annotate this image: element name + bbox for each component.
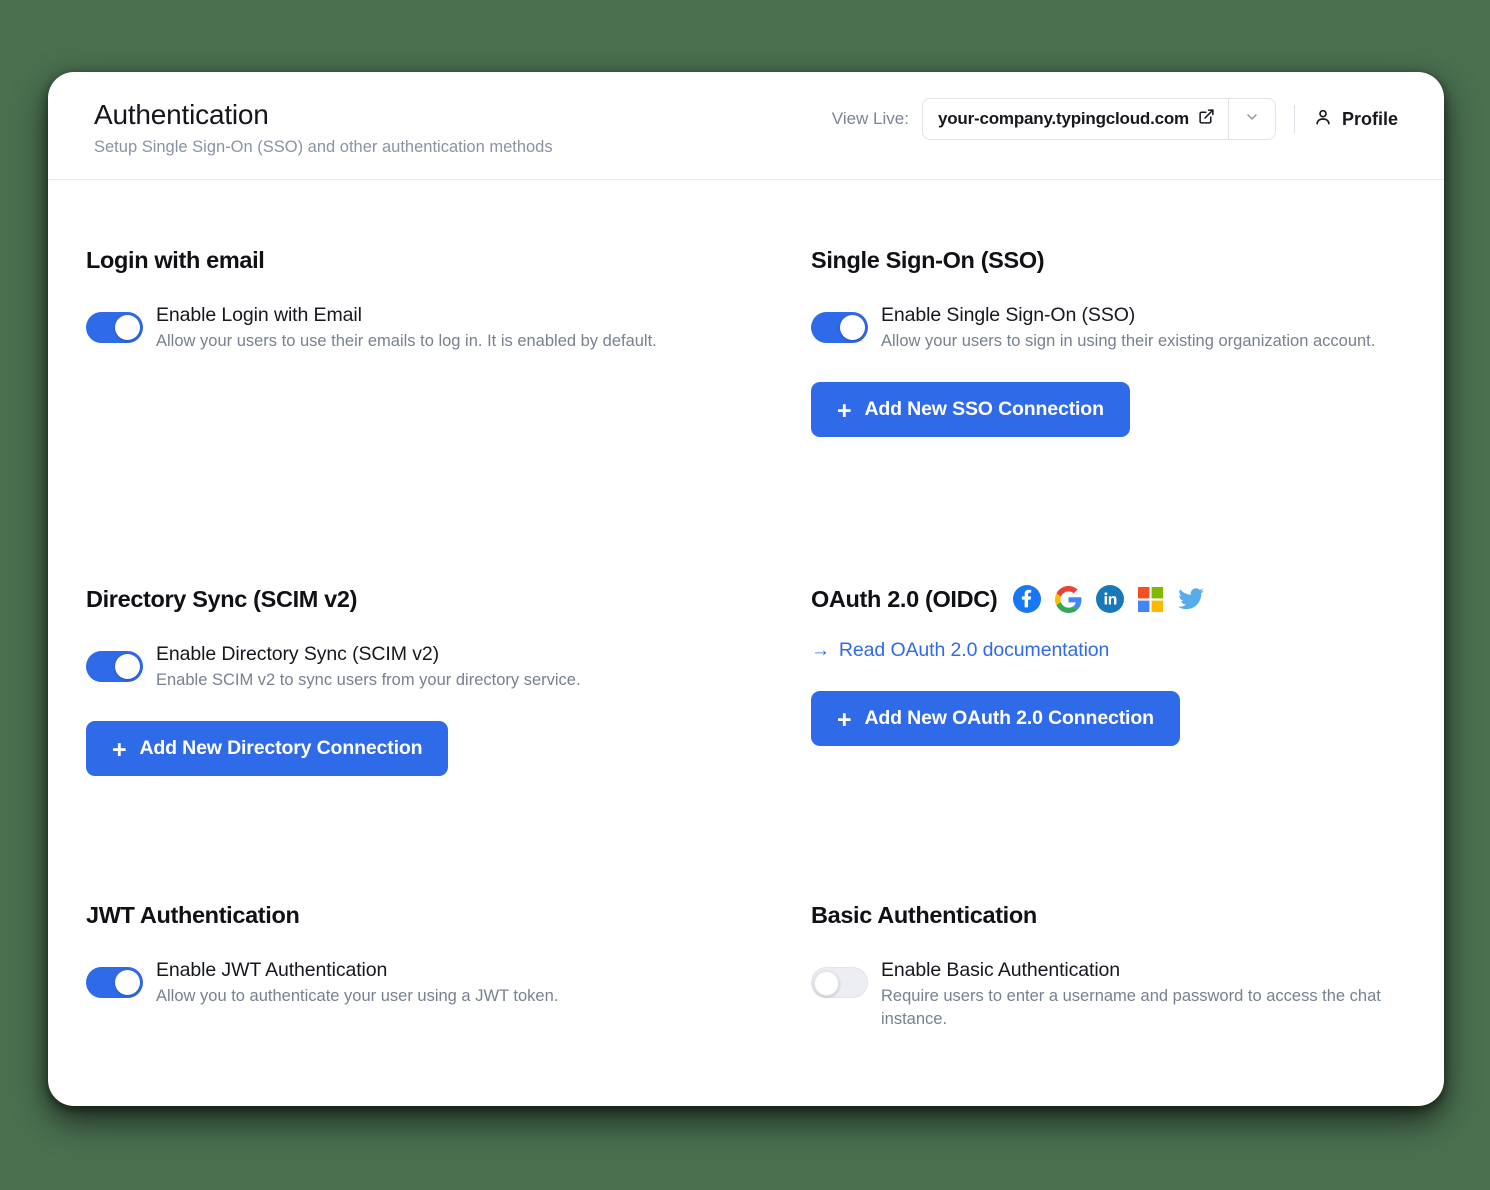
arrow-right-icon: → (811, 639, 830, 661)
section-title-oauth: OAuth 2.0 (OIDC) (811, 585, 1398, 613)
toggle-knob (814, 971, 839, 996)
facebook-icon (1013, 585, 1042, 613)
twitter-icon (1177, 585, 1205, 613)
setting-enable-jwt: Enable JWT Authentication Allow you to a… (86, 955, 774, 1008)
grid-spacer (86, 437, 774, 585)
section-title-basic-authentication: Basic Authentication (811, 902, 1037, 928)
header-divider (1293, 105, 1295, 133)
grid-spacer (774, 437, 1398, 585)
person-icon (1313, 107, 1333, 132)
button-label: Add New SSO Connection (864, 398, 1104, 420)
setting-enable-directory-sync: Enable Directory Sync (SCIM v2) Enable S… (86, 639, 774, 692)
setting-text: Enable Basic Authentication Require user… (881, 955, 1398, 1031)
chevron-down-icon (1244, 109, 1260, 130)
setting-label: Enable Single Sign-On (SSO) (881, 304, 1136, 326)
setting-label: Enable Directory Sync (SCIM v2) (156, 643, 439, 665)
live-url-button[interactable]: your-company.typingcloud.com (923, 99, 1228, 139)
toggle-enable-basic-authentication[interactable] (811, 967, 868, 998)
toggle-enable-directory-sync[interactable] (86, 651, 143, 682)
section-directory-sync: Directory Sync (SCIM v2) Enable Director… (86, 585, 774, 776)
setting-description: Enable SCIM v2 to sync users from your d… (156, 671, 581, 689)
section-title-jwt-authentication: JWT Authentication (86, 902, 300, 928)
header-actions: View Live: your-company.typingcloud.com (832, 98, 1398, 140)
authentication-settings-card: Authentication Setup Single Sign-On (SSO… (48, 72, 1444, 1106)
setting-label: Enable Basic Authentication (881, 959, 1121, 981)
toggle-knob (115, 654, 140, 679)
section-login-with-email: Login with email Enable Login with Email… (86, 246, 774, 437)
setting-enable-sso: Enable Single Sign-On (SSO) Allow your u… (811, 300, 1398, 353)
add-new-oauth-connection-button[interactable]: + Add New OAuth 2.0 Connection (811, 691, 1180, 746)
microsoft-icon (1138, 586, 1164, 612)
setting-text: Enable Single Sign-On (SSO) Allow your u… (881, 300, 1375, 353)
section-title-login-with-email: Login with email (86, 247, 265, 273)
button-label: Add New OAuth 2.0 Connection (864, 707, 1154, 729)
section-title-single-sign-on: Single Sign-On (SSO) (811, 247, 1045, 273)
setting-text: Enable JWT Authentication Allow you to a… (156, 955, 558, 1008)
grid-spacer (86, 776, 774, 901)
toggle-knob (840, 315, 865, 340)
settings-grid: Login with email Enable Login with Email… (86, 246, 1398, 1031)
google-icon (1055, 585, 1082, 613)
setting-text: Enable Login with Email Allow your users… (156, 300, 657, 353)
setting-text: Enable Directory Sync (SCIM v2) Enable S… (156, 639, 581, 692)
setting-description: Allow your users to use their emails to … (156, 332, 657, 350)
profile-button[interactable]: Profile (1313, 107, 1398, 132)
toggle-enable-sso[interactable] (811, 312, 868, 343)
view-live-label: View Live: (831, 109, 909, 128)
live-url-text: your-company.typingcloud.com (937, 109, 1189, 128)
setting-description: Allow your users to sign in using their … (881, 332, 1376, 350)
add-new-sso-connection-button[interactable]: + Add New SSO Connection (811, 382, 1130, 437)
section-jwt-authentication: JWT Authentication Enable JWT Authentica… (86, 901, 774, 1031)
settings-content: Login with email Enable Login with Email… (48, 180, 1444, 1031)
section-title-directory-sync: Directory Sync (SCIM v2) (86, 586, 358, 612)
page-header: Authentication Setup Single Sign-On (SSO… (48, 72, 1444, 180)
profile-label: Profile (1341, 108, 1398, 129)
section-title-oauth-text: OAuth 2.0 (OIDC) (811, 586, 998, 612)
external-link-icon (1198, 108, 1215, 130)
setting-label: Enable Login with Email (156, 304, 362, 326)
toggle-enable-jwt[interactable] (86, 967, 143, 998)
setting-label: Enable JWT Authentication (156, 959, 388, 981)
link-label: Read OAuth 2.0 documentation (838, 639, 1110, 661)
setting-enable-login-with-email: Enable Login with Email Allow your users… (86, 300, 774, 353)
toggle-knob (115, 315, 140, 340)
add-new-directory-connection-button[interactable]: + Add New Directory Connection (86, 721, 449, 776)
live-url-dropdown-button[interactable] (1227, 99, 1275, 139)
grid-spacer (774, 776, 1398, 901)
toggle-knob (115, 970, 140, 995)
section-single-sign-on: Single Sign-On (SSO) Enable Single Sign-… (774, 246, 1398, 437)
oauth-provider-icons (1013, 585, 1205, 613)
section-oauth: OAuth 2.0 (OIDC) → Read OAuth 2.0 docume… (774, 585, 1398, 776)
setting-description: Allow you to authenticate your user usin… (156, 987, 559, 1005)
setting-description: Require users to enter a username and pa… (881, 987, 1381, 1028)
live-url-group: your-company.typingcloud.com (921, 98, 1276, 140)
setting-enable-basic-authentication: Enable Basic Authentication Require user… (811, 955, 1398, 1031)
section-basic-authentication: Basic Authentication Enable Basic Authen… (774, 901, 1398, 1031)
oauth-documentation-link[interactable]: → Read OAuth 2.0 documentation (811, 639, 1109, 662)
linkedin-icon (1096, 585, 1125, 613)
toggle-enable-login-with-email[interactable] (86, 312, 143, 343)
button-label: Add New Directory Connection (139, 737, 423, 759)
